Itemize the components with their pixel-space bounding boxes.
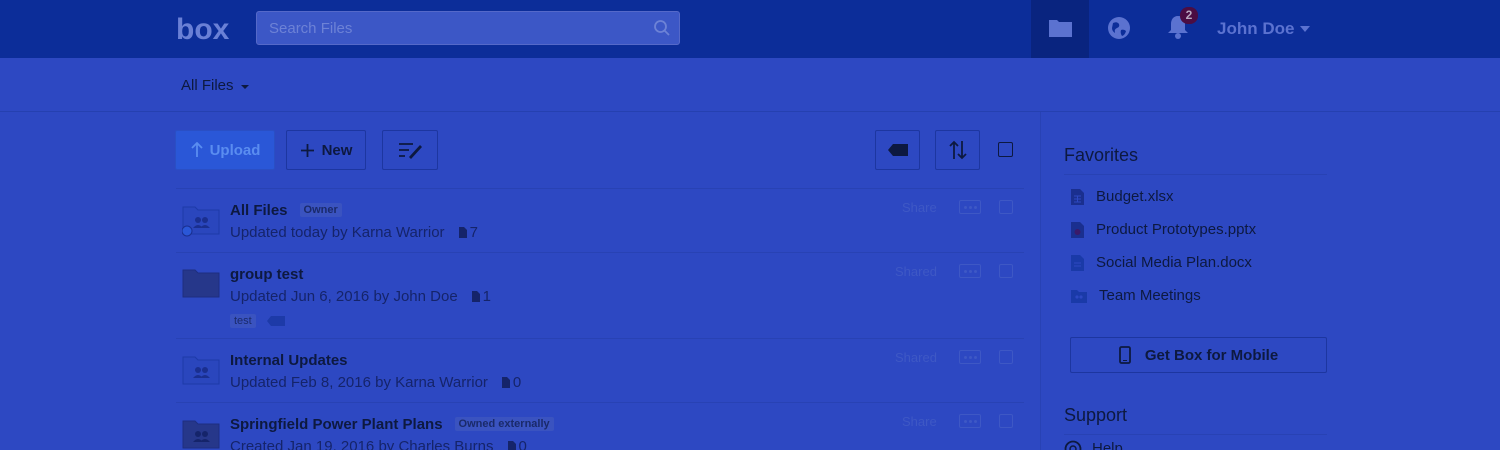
search-icon[interactable] [653, 19, 671, 37]
table-row[interactable]: Internal Updates Updated Feb 8, 2016 by … [176, 338, 1024, 402]
favorite-name: Team Meetings [1099, 287, 1201, 304]
share-link[interactable]: Shared [895, 350, 937, 365]
chevron-down-icon [240, 84, 249, 89]
file-count-icon [458, 227, 467, 238]
favorite-item[interactable]: Team Meetings [1071, 287, 1201, 304]
file-name[interactable]: Springfield Power Plant Plans [230, 416, 443, 433]
more-options-button[interactable] [959, 350, 981, 364]
favorite-item[interactable]: Product Prototypes.pptx [1071, 221, 1256, 238]
search-input[interactable]: Search Files [256, 11, 680, 45]
breadcrumb-label: All Files [181, 77, 234, 94]
more-options-button[interactable] [959, 414, 981, 428]
help-icon [1064, 440, 1082, 450]
owned-externally-badge: Owned externally [454, 417, 554, 431]
sort-button[interactable] [935, 130, 980, 170]
more-options-button[interactable] [959, 200, 981, 214]
new-button[interactable]: New [286, 130, 366, 170]
share-link[interactable]: Share [902, 200, 937, 215]
tag-label[interactable]: test [230, 314, 256, 328]
top-bar: box Search Files 2 John Doe [0, 0, 1500, 58]
breadcrumb[interactable]: All Files [181, 77, 249, 94]
files-nav-button[interactable] [1031, 0, 1089, 58]
divider [1064, 434, 1327, 435]
share-link[interactable]: Share [902, 414, 937, 429]
mobile-button-label: Get Box for Mobile [1144, 346, 1279, 364]
right-sidebar: Favorites Budget.xlsx Product Prototypes… [1040, 112, 1500, 450]
file-name[interactable]: group test [230, 266, 303, 283]
shared-folder-icon[interactable] [182, 417, 220, 450]
shared-folder-icon [1071, 289, 1087, 303]
get-box-mobile-button[interactable]: Get Box for Mobile [1070, 337, 1327, 373]
mobile-phone-icon [1118, 346, 1131, 364]
file-count: 0 [512, 374, 522, 391]
owner-badge: Owner [299, 203, 342, 217]
file-count: 7 [469, 224, 478, 241]
row-checkbox[interactable] [999, 264, 1013, 278]
select-all-checkbox[interactable] [998, 142, 1013, 157]
shared-folder-icon[interactable] [182, 203, 220, 237]
table-row[interactable]: Springfield Power Plant Plans Owned exter… [176, 402, 1024, 450]
divider [1064, 174, 1327, 175]
upload-label: Upload [209, 141, 261, 159]
search-placeholder: Search Files [269, 20, 353, 37]
bulk-edit-button[interactable] [382, 130, 438, 170]
file-count-icon [507, 441, 516, 450]
file-count-icon [471, 291, 480, 302]
row-checkbox[interactable] [999, 350, 1013, 364]
tag-icon [887, 144, 908, 156]
presentation-icon [1071, 221, 1084, 238]
new-label: New [321, 141, 353, 159]
favorite-name: Social Media Plan.docx [1096, 254, 1252, 271]
file-name[interactable]: Internal Updates [230, 352, 348, 369]
favorite-item[interactable]: Social Media Plan.docx [1071, 254, 1252, 271]
row-checkbox[interactable] [999, 200, 1013, 214]
spreadsheet-icon [1071, 188, 1084, 205]
support-heading: Support [1064, 405, 1128, 425]
globe-icon[interactable] [1106, 15, 1132, 41]
more-options-button[interactable] [959, 264, 981, 278]
file-name[interactable]: All Files [230, 202, 288, 219]
sort-icon [948, 140, 967, 160]
favorite-name: Product Prototypes.pptx [1096, 221, 1257, 238]
file-meta: Created Jan 19, 2016 by Charles Burns [230, 438, 494, 450]
sub-header: All Files [0, 58, 1500, 112]
add-tag-icon[interactable] [266, 315, 286, 327]
table-row[interactable]: All Files Owner Updated today by Karna Wa… [176, 188, 1024, 252]
file-meta: Updated today by Karna Warrior [230, 224, 445, 241]
svg-text:box: box [176, 13, 230, 45]
shared-folder-icon[interactable] [182, 353, 220, 387]
help-label: Help [1092, 440, 1123, 450]
box-logo[interactable]: box [176, 11, 236, 45]
help-link[interactable]: Help [1064, 440, 1123, 450]
edit-list-icon [399, 143, 422, 159]
user-name: John Doe [1217, 19, 1295, 38]
user-menu[interactable]: John Doe [1217, 19, 1311, 39]
notification-badge: 2 [1180, 7, 1198, 24]
document-icon [1071, 254, 1084, 271]
file-count-icon [501, 377, 510, 388]
folder-icon [1049, 20, 1072, 37]
table-row[interactable]: group test Updated Jun 6, 2016 by John D… [176, 252, 1024, 338]
favorite-name: Budget.xlsx [1096, 188, 1174, 205]
file-meta: Updated Feb 8, 2016 by Karna Warrior [230, 374, 488, 391]
chevron-down-icon [1300, 26, 1311, 32]
tag-button[interactable] [875, 130, 920, 170]
upload-button[interactable]: Upload [175, 130, 275, 170]
file-meta: Updated Jun 6, 2016 by John Doe [230, 288, 458, 305]
folder-icon[interactable] [182, 266, 220, 300]
favorites-heading: Favorites [1064, 145, 1139, 165]
favorite-item[interactable]: Budget.xlsx [1071, 188, 1174, 205]
plus-icon [300, 143, 314, 157]
share-link[interactable]: Shared [895, 264, 937, 279]
file-count: 0 [518, 438, 527, 450]
row-checkbox[interactable] [999, 414, 1013, 428]
file-count: 1 [482, 288, 492, 305]
arrow-up-icon [190, 142, 203, 157]
